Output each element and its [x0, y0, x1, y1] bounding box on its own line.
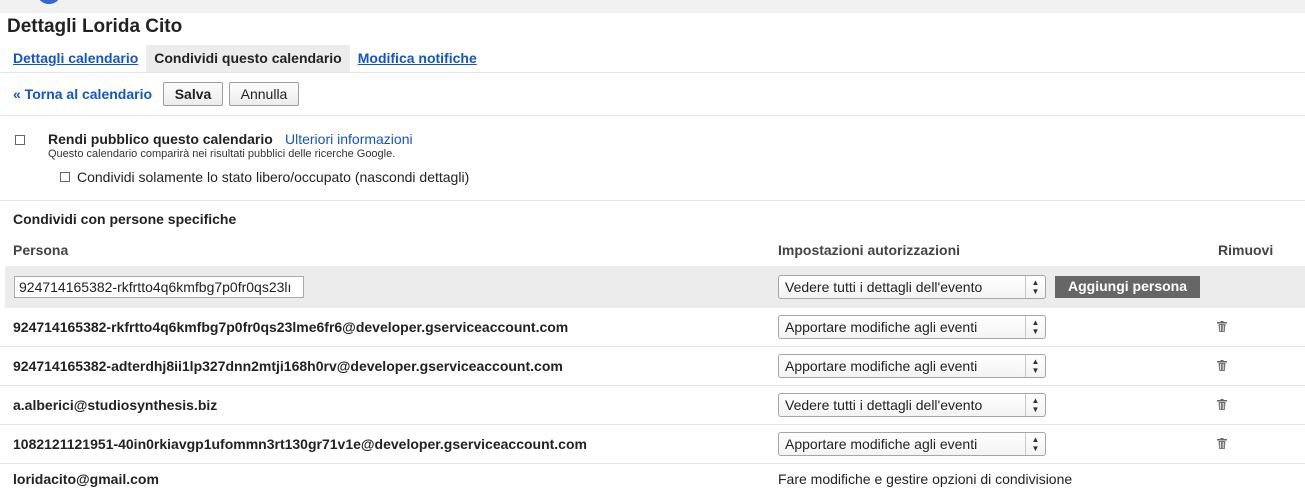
select-value: Apportare modifiche agli eventi: [785, 436, 978, 452]
permission-select[interactable]: Apportare modifiche agli eventi ▲ ▼: [778, 354, 1046, 378]
tab-edit-notifications[interactable]: Modifica notifiche: [350, 45, 485, 72]
owner-permission: Fare modifiche e gestire opzioni di cond…: [778, 471, 1073, 487]
updown-arrows-icon: ▲ ▼: [1025, 394, 1045, 416]
trash-icon[interactable]: [1217, 360, 1227, 371]
trash-icon[interactable]: [1217, 399, 1227, 410]
person-email-input[interactable]: 924714165382-rkfrtto4q6kmfbg7p0fr0qs23lı: [14, 276, 304, 298]
divider: [0, 72, 1305, 73]
tab-bar: Dettagli calendario Condividi questo cal…: [5, 45, 485, 72]
tab-share-calendar[interactable]: Condividi questo calendario: [146, 45, 350, 72]
save-button[interactable]: Salva: [163, 82, 223, 106]
divider: [0, 346, 1305, 347]
divider: [0, 424, 1305, 425]
cancel-button[interactable]: Annulla: [229, 82, 299, 106]
share-row-email: 1082121121951-40in0rkiavgp1ufommn3rt130g…: [13, 436, 587, 452]
tab-calendar-details[interactable]: Dettagli calendario: [5, 45, 146, 72]
freebusy-checkbox[interactable]: [60, 172, 70, 182]
add-person-button[interactable]: Aggiungi persona: [1055, 276, 1200, 298]
new-permission-select[interactable]: Vedere tutti i dettagli dell'evento ▲ ▼: [778, 275, 1046, 299]
divider: [0, 200, 1305, 201]
permission-select[interactable]: Apportare modifiche agli eventi ▲ ▼: [778, 432, 1046, 456]
logo-fragment: [38, 0, 60, 4]
share-row-email: 924714165382-adterdhj8ii1lp327dnn2mtji16…: [13, 358, 563, 374]
trash-icon[interactable]: [1217, 438, 1227, 449]
column-header-permission: Impostazioni autorizzazioni: [778, 242, 961, 258]
select-value: Vedere tutti i dettagli dell'evento: [785, 279, 983, 295]
share-section-title: Condividi con persone specifiche: [13, 211, 237, 227]
make-public-label: Rendi pubblico questo calendario: [48, 131, 273, 147]
page-title: Dettagli Lorida Cito: [7, 16, 183, 37]
select-value: Vedere tutti i dettagli dell'evento: [785, 397, 983, 413]
make-public-checkbox[interactable]: [15, 135, 25, 145]
select-value: Apportare modifiche agli eventi: [785, 358, 978, 374]
updown-arrows-icon: ▲ ▼: [1025, 355, 1045, 377]
column-header-remove: Rimuovi: [1218, 242, 1274, 258]
share-row-email: a.alberici@studiosynthesis.biz: [13, 397, 218, 413]
top-bar-strip: [0, 0, 1305, 13]
divider: [0, 463, 1305, 464]
trash-icon[interactable]: [1217, 321, 1227, 332]
back-to-calendar-link[interactable]: « Torna al calendario: [13, 86, 152, 102]
divider: [0, 385, 1305, 386]
updown-arrows-icon: ▲ ▼: [1025, 276, 1045, 298]
column-header-person: Persona: [13, 242, 69, 258]
more-info-link[interactable]: Ulteriori informazioni: [285, 131, 413, 147]
select-value: Apportare modifiche agli eventi: [785, 319, 978, 335]
permission-select[interactable]: Vedere tutti i dettagli dell'evento ▲ ▼: [778, 393, 1046, 417]
updown-arrows-icon: ▲ ▼: [1025, 433, 1045, 455]
share-row-email: 924714165382-rkfrtto4q6kmfbg7p0fr0qs23lm…: [13, 319, 569, 335]
permission-select[interactable]: Apportare modifiche agli eventi ▲ ▼: [778, 315, 1046, 339]
owner-email: loridacito@gmail.com: [13, 471, 159, 487]
updown-arrows-icon: ▲ ▼: [1025, 316, 1045, 338]
divider: [0, 115, 1305, 116]
freebusy-label: Condividi solamente lo stato libero/occu…: [77, 169, 470, 185]
public-note: Questo calendario comparirà nei risultat…: [48, 148, 396, 160]
